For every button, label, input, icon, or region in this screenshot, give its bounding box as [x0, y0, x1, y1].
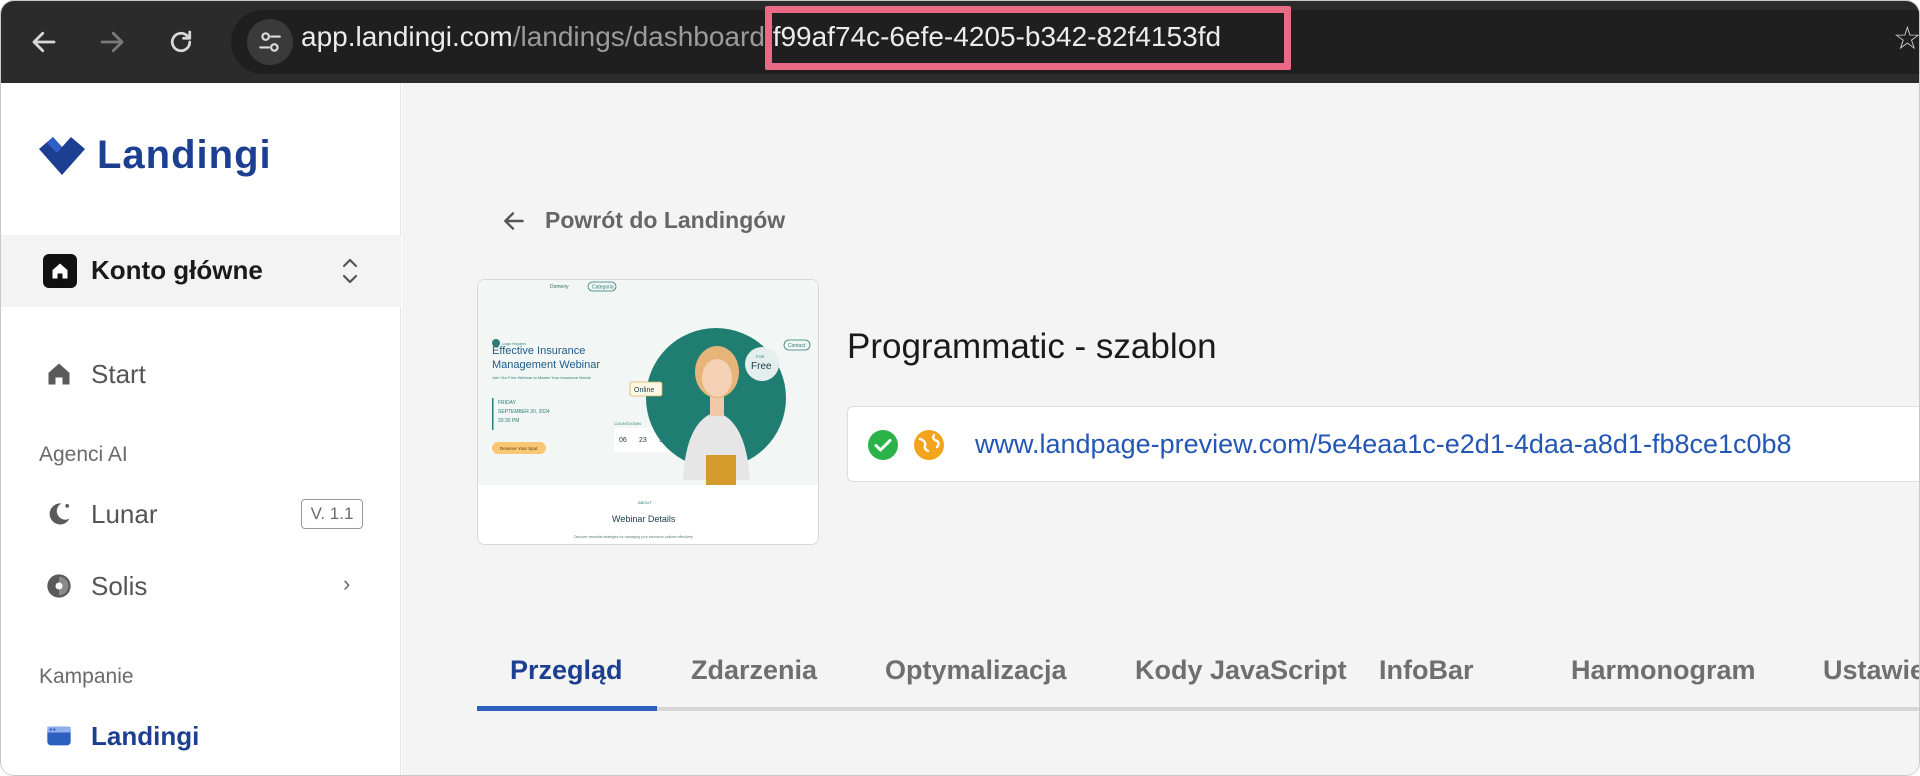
thumb-nav-left: Domeny [550, 284, 569, 290]
back-link[interactable]: Powrót do Landingów [501, 207, 785, 234]
thumbnail-preview: Domeny Categoria Contact Logo Hoyden Eff… [478, 280, 818, 544]
app-window: app.landingi.com/landings/dashboard/f99a… [0, 0, 1920, 776]
sun-icon [47, 574, 71, 598]
reload-icon[interactable] [158, 19, 204, 65]
thumb-details-text: Discover essential strategies for managi… [574, 535, 693, 539]
landing-page-icon [47, 726, 71, 746]
home-icon [48, 363, 70, 385]
account-label: Konto główne [91, 255, 263, 285]
logo-text: Landingi [97, 133, 272, 177]
section-label-campaigns: Kampanie [39, 665, 134, 688]
thumb-cd-0: 06 [619, 437, 627, 444]
thumb-cta: Reserve Your Spot [500, 446, 538, 451]
tab-ustawienia[interactable]: Ustawienia [1823, 655, 1919, 686]
preview-url-link[interactable]: www.landpage-preview.com/5e4eaa1c-e2d1-4… [975, 429, 1792, 460]
sidebar-item-label: Lunar [91, 499, 158, 529]
highlight-box [765, 6, 1291, 70]
logo[interactable]: Landingi [39, 133, 272, 178]
preview-url-card: www.landpage-preview.com/5e4eaa1c-e2d1-4… [847, 406, 1919, 482]
version-badge: V. 1.1 [301, 499, 363, 529]
tab-kody-javascript[interactable]: Kody JavaScript [1135, 655, 1347, 686]
tab-optymalizacja[interactable]: Optymalizacja [885, 655, 1067, 686]
thumb-about: ABOUT [638, 500, 652, 505]
thumb-online: Online [634, 387, 654, 394]
thumb-time: 20:30 PM [498, 418, 519, 424]
url-path: /landings/dashboard/ [512, 21, 773, 52]
thumb-sub: Join Our Free Webinar to Master Your Ins… [492, 375, 591, 380]
thumb-details-title: Webinar Details [612, 514, 676, 524]
sidebar-item-solis[interactable]: Solis › [1, 559, 401, 611]
tab-harmonogram[interactable]: Harmonogram [1571, 655, 1756, 686]
home-icon [43, 254, 77, 288]
tab-bar: Przegląd Zdarzenia Optymalizacja Kody Ja… [477, 641, 1919, 713]
active-tab-indicator [477, 706, 657, 711]
arrow-left-icon[interactable] [21, 19, 67, 65]
chevron-up-down-icon [342, 258, 358, 284]
check-circle-icon [868, 430, 898, 460]
sidebar-item-landingi[interactable]: Landingi [1, 709, 401, 761]
back-link-label: Powrót do Landingów [545, 207, 786, 233]
thumb-nav-button: Categoria [592, 285, 614, 291]
thumb-heading-1: Effective Insurance [492, 345, 585, 357]
thumb-free-big: Free [751, 361, 772, 372]
thumb-date: SEPTEMBER 20, 2024 [498, 409, 550, 415]
tab-przeglad[interactable]: Przegląd [510, 655, 623, 686]
arrow-left-icon [504, 211, 524, 230]
thumb-cd-1: 23 [639, 437, 647, 444]
landingi-logo-icon [39, 136, 85, 175]
sidebar-item-lunar[interactable]: Lunar V. 1.1 [1, 487, 401, 539]
sidebar-item-label: Solis [91, 571, 148, 601]
tab-divider [477, 707, 1919, 711]
tab-infobar[interactable]: InfoBar [1379, 655, 1474, 686]
moon-icon [49, 503, 70, 525]
sidebar-item-label: Start [91, 359, 146, 389]
thumb-day: FRIDAY [498, 400, 517, 406]
globe-icon [914, 430, 944, 460]
thumb-free-small: FOR [756, 354, 765, 359]
tune-icon[interactable] [247, 19, 293, 65]
section-label-ai: Agenci AI [39, 443, 128, 466]
thumb-contact: Contact [788, 343, 806, 349]
page-title: Programmatic - szablon [847, 327, 1217, 366]
arrow-right-icon[interactable] [89, 19, 135, 65]
browser-toolbar: app.landingi.com/landings/dashboard/f99a… [1, 1, 1919, 83]
sidebar-item-label: Landingi [91, 721, 200, 751]
landing-thumbnail[interactable]: Domeny Categoria Contact Logo Hoyden Eff… [477, 279, 819, 545]
account-switcher[interactable]: Konto główne [1, 235, 401, 307]
chevron-right-icon: › [343, 571, 351, 596]
sidebar: Landingi Konto główne Start Agenci AI Lu… [1, 83, 401, 775]
thumb-countdown-label: COUNTDOWN [614, 421, 641, 426]
url-host: app.landingi.com [301, 21, 513, 52]
tab-zdarzenia[interactable]: Zdarzenia [691, 655, 817, 686]
sidebar-item-start[interactable]: Start [1, 347, 401, 399]
star-icon[interactable]: ☆ [1893, 19, 1919, 57]
thumb-heading-2: Management Webinar [492, 359, 600, 371]
